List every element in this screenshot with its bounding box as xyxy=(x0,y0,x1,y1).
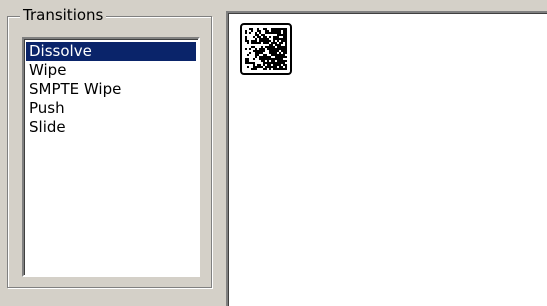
transition-thumbnail[interactable] xyxy=(240,23,292,75)
transitions-list: Dissolve Wipe SMPTE Wipe Push Slide xyxy=(24,39,198,137)
list-item-wipe[interactable]: Wipe xyxy=(26,61,196,80)
transition-preview-panel xyxy=(226,11,547,306)
list-item-dissolve[interactable]: Dissolve xyxy=(26,42,196,61)
list-item-smpte-wipe[interactable]: SMPTE Wipe xyxy=(26,80,196,99)
dissolve-noise-icon xyxy=(245,28,287,70)
transitions-listbox[interactable]: Dissolve Wipe SMPTE Wipe Push Slide xyxy=(22,37,200,277)
transitions-group-label: Transitions xyxy=(20,6,107,24)
list-item-slide[interactable]: Slide xyxy=(26,118,196,137)
list-item-push[interactable]: Push xyxy=(26,99,196,118)
